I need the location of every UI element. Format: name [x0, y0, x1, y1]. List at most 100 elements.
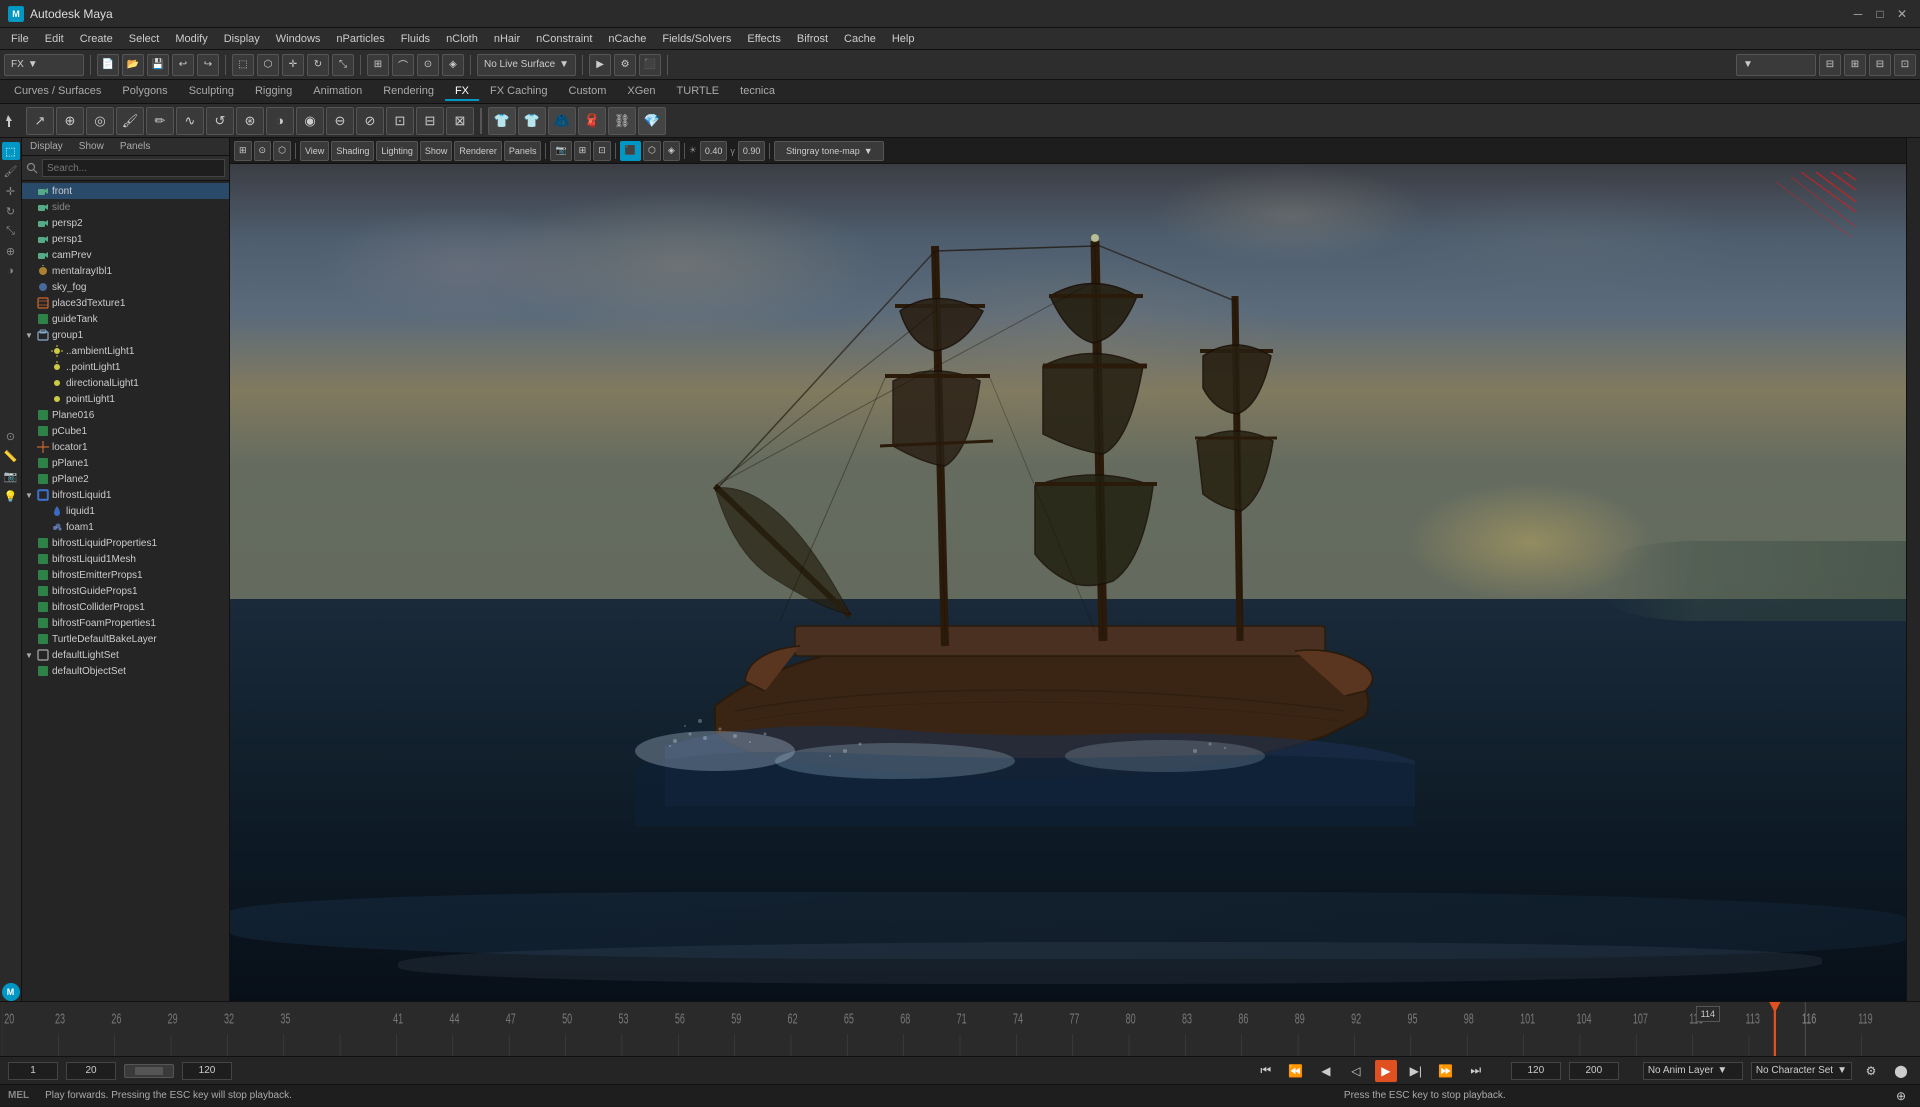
anim-settings-btn[interactable]: ⚙ [1860, 1060, 1882, 1082]
new-file-btn[interactable]: 📄 [97, 54, 119, 76]
live-surface-selector[interactable]: No Live Surface ▼ [477, 54, 576, 76]
tree-item-texture[interactable]: place3dTexture1 [22, 295, 229, 311]
tool-soft-mod[interactable]: ◑ [2, 262, 20, 280]
menu-modify[interactable]: Modify [168, 31, 214, 47]
tool-relax[interactable]: ⊟ [416, 107, 444, 135]
menu-windows[interactable]: Windows [269, 31, 328, 47]
tool-rivet[interactable]: ◉ [296, 107, 324, 135]
tool-show-manip[interactable]: ⊕ [2, 242, 20, 260]
tree-item-locator1[interactable]: locator1 [22, 439, 229, 455]
tool-fx-3[interactable]: 🧥 [548, 107, 576, 135]
tree-item-sky-fog[interactable]: sky_fog [22, 279, 229, 295]
char-set-dropdown[interactable]: No Character Set ▼ [1751, 1062, 1852, 1080]
vp-lighting-menu[interactable]: Lighting [376, 141, 418, 161]
vp-xray[interactable]: ◈ [663, 141, 680, 161]
play-back-button[interactable]: ◁ [1345, 1060, 1367, 1082]
layout-btn-3[interactable]: ⊟ [1869, 54, 1891, 76]
tool-curve[interactable]: ∿ [176, 107, 204, 135]
rotate-tool-btn[interactable]: ↻ [307, 54, 329, 76]
play-fwd-button[interactable]: ▶ [1375, 1060, 1397, 1082]
outliner-show-menu[interactable]: Show [71, 138, 112, 155]
vp-isolate[interactable]: ⊙ [254, 141, 272, 161]
tree-item-persp1[interactable]: persp1 [22, 231, 229, 247]
tree-item-emitter[interactable]: bifrostEmitterProps1 [22, 567, 229, 583]
tab-animation[interactable]: Animation [303, 83, 372, 101]
menu-select[interactable]: Select [122, 31, 167, 47]
tool-fx-1[interactable]: 👕 [488, 107, 516, 135]
snap-grid-btn[interactable]: ⊞ [367, 54, 389, 76]
snap-point-btn[interactable]: ⊙ [417, 54, 439, 76]
vp-grid-toggle[interactable]: ⊞ [574, 141, 592, 161]
tree-item-bifrost[interactable]: ▼ bifrostLiquid1 [22, 487, 229, 503]
tree-item-colliderprops[interactable]: bifrostColliderProps1 [22, 599, 229, 615]
tab-fx-caching[interactable]: FX Caching [480, 83, 557, 101]
tree-item-side[interactable]: side [22, 199, 229, 215]
tree-item-bifrostprop[interactable]: bifrostLiquidProperties1 [22, 535, 229, 551]
start-frame-field[interactable]: 1 [8, 1062, 58, 1080]
tool-rotate[interactable]: ↻ [2, 202, 20, 220]
vp-exposure-value[interactable]: 0.40 [700, 141, 728, 161]
snap-curve-btn[interactable]: ⌒ [392, 54, 414, 76]
menu-nconstraint[interactable]: nConstraint [529, 31, 599, 47]
undo-btn[interactable]: ↩ [172, 54, 194, 76]
next-frame-button[interactable]: ▶| [1405, 1060, 1427, 1082]
tool-grab[interactable]: ⊠ [446, 107, 474, 135]
tree-item-liquid1[interactable]: liquid1 [22, 503, 229, 519]
tool-lasso[interactable]: ◎ [86, 107, 114, 135]
vp-wireframe[interactable]: ⬡ [273, 141, 291, 161]
tool-loop[interactable]: ↺ [206, 107, 234, 135]
vp-view-menu[interactable]: View [300, 141, 329, 161]
vp-panels-menu[interactable]: Panels [504, 141, 542, 161]
playback-range-start[interactable]: 120 [1511, 1062, 1561, 1080]
outliner-display-menu[interactable]: Display [22, 138, 71, 155]
range-indicator[interactable] [124, 1064, 174, 1078]
search-input[interactable] [42, 159, 225, 177]
render-settings-btn[interactable]: ⚙ [614, 54, 636, 76]
scale-tool-btn[interactable]: ⤡ [332, 54, 354, 76]
snap-surface-btn[interactable]: ◈ [442, 54, 464, 76]
next-key-button[interactable]: ⏩ [1435, 1060, 1457, 1082]
tool-pen[interactable]: ✏ [146, 107, 174, 135]
right-scrollbar[interactable] [1906, 138, 1920, 1001]
tool-sculpt[interactable]: ⊖ [326, 107, 354, 135]
tree-item-defaultobjectset[interactable]: defaultObjectSet [22, 663, 229, 679]
tree-item-foam1[interactable]: foam1 [22, 519, 229, 535]
prev-key-button[interactable]: ⏪ [1285, 1060, 1307, 1082]
tool-fx-2[interactable]: 👕 [518, 107, 546, 135]
vp-panel-layout[interactable]: ⊞ [234, 141, 252, 161]
tree-item-guidetank[interactable]: guideTank [22, 311, 229, 327]
tool-select-left[interactable] [4, 111, 24, 131]
tree-item-camprev[interactable]: camPrev [22, 247, 229, 263]
module-selector[interactable]: FX ▼ [4, 54, 84, 76]
menu-effects[interactable]: Effects [740, 31, 787, 47]
tool-snap[interactable]: ⊙ [2, 427, 20, 445]
tree-item-foamprops[interactable]: bifrostFoamProperties1 [22, 615, 229, 631]
tree-item-pplane2[interactable]: pPlane2 [22, 471, 229, 487]
layout-btn-1[interactable]: ⊟ [1819, 54, 1841, 76]
outliner-panels-menu[interactable]: Panels [112, 138, 159, 155]
tool-fx-4[interactable]: 🧣 [578, 107, 606, 135]
tool-move[interactable]: ✛ [2, 182, 20, 200]
menu-fields[interactable]: Fields/Solvers [655, 31, 738, 47]
open-file-btn[interactable]: 📂 [122, 54, 144, 76]
tab-xgen[interactable]: XGen [617, 83, 665, 101]
tree-item-defaultlightset[interactable]: ▼ defaultLightSet [22, 647, 229, 663]
tab-custom[interactable]: Custom [559, 83, 617, 101]
tool-flatten[interactable]: ⊡ [386, 107, 414, 135]
tool-scale[interactable]: ⤡ [2, 222, 20, 240]
tab-tecnica[interactable]: tecnica [730, 83, 785, 101]
tree-item-persp2[interactable]: persp2 [22, 215, 229, 231]
tool-measure[interactable]: 📏 [2, 447, 20, 465]
tool-paint-mode[interactable]: 🖌 [2, 162, 20, 180]
tree-item-bifrostmesh[interactable]: bifrostLiquid1Mesh [22, 551, 229, 567]
maya-icon[interactable]: M [2, 983, 20, 1001]
menu-bifrost[interactable]: Bifrost [790, 31, 835, 47]
vp-color-mode[interactable]: ⬛ [620, 141, 641, 161]
tool-fx-5[interactable]: ⛓ [608, 107, 636, 135]
tree-item-pplane1[interactable]: pPlane1 [22, 455, 229, 471]
close-button[interactable]: ✕ [1892, 5, 1912, 23]
tool-camera[interactable]: 📷 [2, 467, 20, 485]
tool-light[interactable]: 💡 [2, 487, 20, 505]
redo-btn[interactable]: ↪ [197, 54, 219, 76]
maximize-button[interactable]: □ [1870, 5, 1890, 23]
